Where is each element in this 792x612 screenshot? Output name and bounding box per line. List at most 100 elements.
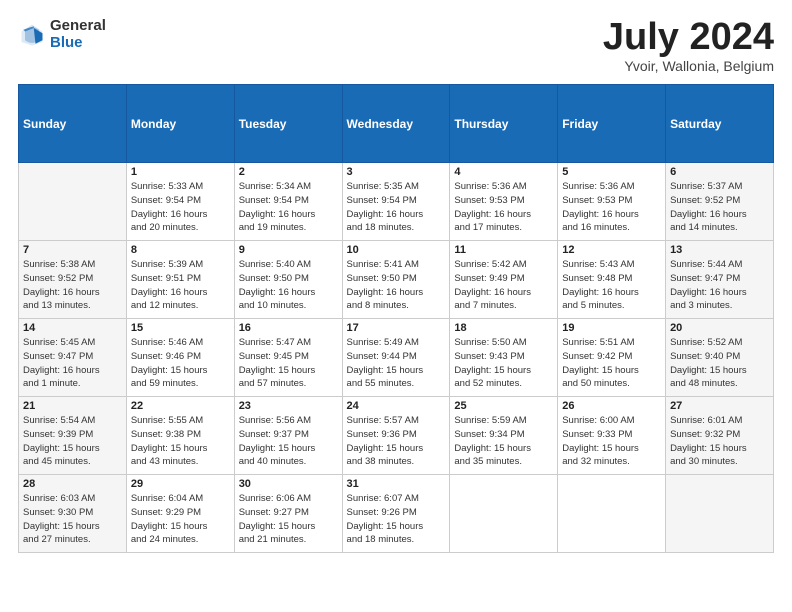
day-info: Sunrise: 5:38 AM Sunset: 9:52 PM Dayligh…: [23, 258, 122, 313]
day-number: 12: [562, 244, 661, 256]
day-info: Sunrise: 5:55 AM Sunset: 9:38 PM Dayligh…: [131, 414, 230, 469]
day-info: Sunrise: 5:33 AM Sunset: 9:54 PM Dayligh…: [131, 180, 230, 235]
day-info: Sunrise: 6:00 AM Sunset: 9:33 PM Dayligh…: [562, 414, 661, 469]
calendar-week-row: 28 Sunrise: 6:03 AM Sunset: 9:30 PM Dayli…: [19, 475, 774, 553]
calendar-cell: 9 Sunrise: 5:40 AM Sunset: 9:50 PM Daylig…: [234, 241, 342, 319]
day-info: Sunrise: 6:01 AM Sunset: 9:32 PM Dayligh…: [670, 414, 769, 469]
calendar-cell: 15 Sunrise: 5:46 AM Sunset: 9:46 PM Dayli…: [126, 319, 234, 397]
col-thursday: Thursday: [450, 85, 558, 163]
col-wednesday: Wednesday: [342, 85, 450, 163]
calendar-cell: 2Sunrise: 5:34 AM Sunset: 9:54 PM Daylig…: [234, 163, 342, 241]
day-info: Sunrise: 5:40 AM Sunset: 9:50 PM Dayligh…: [239, 258, 338, 313]
col-saturday: Saturday: [666, 85, 774, 163]
day-number: 24: [347, 400, 446, 412]
day-info: Sunrise: 5:36 AM Sunset: 9:53 PM Dayligh…: [454, 180, 553, 235]
header: General Blue July 2024 Yvoir, Wallonia, …: [18, 18, 774, 74]
day-info: Sunrise: 5:39 AM Sunset: 9:51 PM Dayligh…: [131, 258, 230, 313]
day-number: 21: [23, 400, 122, 412]
day-info: Sunrise: 5:56 AM Sunset: 9:37 PM Dayligh…: [239, 414, 338, 469]
day-number: 13: [670, 244, 769, 256]
day-number: 5: [562, 166, 661, 178]
day-number: 19: [562, 322, 661, 334]
logo: General Blue: [18, 18, 106, 51]
calendar-cell: 27Sunrise: 6:01 AM Sunset: 9:32 PM Dayli…: [666, 397, 774, 475]
calendar-cell: 31 Sunrise: 6:07 AM Sunset: 9:26 PM Dayli…: [342, 475, 450, 553]
calendar-cell: [19, 163, 127, 241]
calendar-cell: 16 Sunrise: 5:47 AM Sunset: 9:45 PM Dayli…: [234, 319, 342, 397]
month-title: July 2024: [603, 18, 774, 56]
day-number: 20: [670, 322, 769, 334]
calendar-cell: 10Sunrise: 5:41 AM Sunset: 9:50 PM Dayli…: [342, 241, 450, 319]
day-number: 26: [562, 400, 661, 412]
calendar-header-row: Sunday Monday Tuesday Wednesday Thursday…: [19, 85, 774, 163]
day-number: 30: [239, 478, 338, 490]
calendar-cell: 18 Sunrise: 5:50 AM Sunset: 9:43 PM Dayli…: [450, 319, 558, 397]
calendar-cell: 1 Sunrise: 5:33 AM Sunset: 9:54 PM Daylig…: [126, 163, 234, 241]
day-number: 15: [131, 322, 230, 334]
calendar-cell: 23 Sunrise: 5:56 AM Sunset: 9:37 PM Dayli…: [234, 397, 342, 475]
day-info: Sunrise: 5:54 AM Sunset: 9:39 PM Dayligh…: [23, 414, 122, 469]
day-info: Sunrise: 6:04 AM Sunset: 9:29 PM Dayligh…: [131, 492, 230, 547]
calendar-cell: 13 Sunrise: 5:44 AM Sunset: 9:47 PM Dayli…: [666, 241, 774, 319]
calendar-week-row: 21 Sunrise: 5:54 AM Sunset: 9:39 PM Dayli…: [19, 397, 774, 475]
calendar-cell: 6Sunrise: 5:37 AM Sunset: 9:52 PM Daylig…: [666, 163, 774, 241]
logo-blue-text: Blue: [50, 35, 106, 52]
day-number: 7: [23, 244, 122, 256]
calendar-cell: 11Sunrise: 5:42 AM Sunset: 9:49 PM Dayli…: [450, 241, 558, 319]
day-number: 25: [454, 400, 553, 412]
day-info: Sunrise: 5:36 AM Sunset: 9:53 PM Dayligh…: [562, 180, 661, 235]
calendar-cell: 30 Sunrise: 6:06 AM Sunset: 9:27 PM Dayli…: [234, 475, 342, 553]
calendar-cell: [666, 475, 774, 553]
calendar-cell: 26 Sunrise: 6:00 AM Sunset: 9:33 PM Dayli…: [558, 397, 666, 475]
day-number: 4: [454, 166, 553, 178]
day-info: Sunrise: 5:41 AM Sunset: 9:50 PM Dayligh…: [347, 258, 446, 313]
calendar-cell: 25 Sunrise: 5:59 AM Sunset: 9:34 PM Dayli…: [450, 397, 558, 475]
calendar-cell: 22 Sunrise: 5:55 AM Sunset: 9:38 PM Dayli…: [126, 397, 234, 475]
calendar-cell: 14Sunrise: 5:45 AM Sunset: 9:47 PM Dayli…: [19, 319, 127, 397]
calendar-cell: 17Sunrise: 5:49 AM Sunset: 9:44 PM Dayli…: [342, 319, 450, 397]
day-number: 29: [131, 478, 230, 490]
day-number: 16: [239, 322, 338, 334]
title-area: July 2024 Yvoir, Wallonia, Belgium: [603, 18, 774, 74]
calendar-cell: [450, 475, 558, 553]
calendar-table: Sunday Monday Tuesday Wednesday Thursday…: [18, 84, 774, 553]
calendar-cell: 3 Sunrise: 5:35 AM Sunset: 9:54 PM Daylig…: [342, 163, 450, 241]
day-info: Sunrise: 5:47 AM Sunset: 9:45 PM Dayligh…: [239, 336, 338, 391]
calendar-cell: 24 Sunrise: 5:57 AM Sunset: 9:36 PM Dayli…: [342, 397, 450, 475]
day-number: 31: [347, 478, 446, 490]
day-info: Sunrise: 5:42 AM Sunset: 9:49 PM Dayligh…: [454, 258, 553, 313]
calendar-cell: 19 Sunrise: 5:51 AM Sunset: 9:42 PM Dayli…: [558, 319, 666, 397]
day-number: 3: [347, 166, 446, 178]
day-number: 2: [239, 166, 338, 178]
page: General Blue July 2024 Yvoir, Wallonia, …: [0, 0, 792, 612]
day-number: 23: [239, 400, 338, 412]
day-number: 17: [347, 322, 446, 334]
day-info: Sunrise: 5:57 AM Sunset: 9:36 PM Dayligh…: [347, 414, 446, 469]
day-info: Sunrise: 6:03 AM Sunset: 9:30 PM Dayligh…: [23, 492, 122, 547]
day-info: Sunrise: 5:43 AM Sunset: 9:48 PM Dayligh…: [562, 258, 661, 313]
day-info: Sunrise: 5:59 AM Sunset: 9:34 PM Dayligh…: [454, 414, 553, 469]
day-info: Sunrise: 6:07 AM Sunset: 9:26 PM Dayligh…: [347, 492, 446, 547]
col-tuesday: Tuesday: [234, 85, 342, 163]
day-info: Sunrise: 5:52 AM Sunset: 9:40 PM Dayligh…: [670, 336, 769, 391]
calendar-cell: 28 Sunrise: 6:03 AM Sunset: 9:30 PM Dayli…: [19, 475, 127, 553]
logo-text: General Blue: [50, 18, 106, 51]
day-number: 6: [670, 166, 769, 178]
logo-general-text: General: [50, 18, 106, 35]
calendar-cell: 21 Sunrise: 5:54 AM Sunset: 9:39 PM Dayli…: [19, 397, 127, 475]
day-number: 18: [454, 322, 553, 334]
calendar-cell: 8Sunrise: 5:39 AM Sunset: 9:51 PM Daylig…: [126, 241, 234, 319]
day-info: Sunrise: 5:46 AM Sunset: 9:46 PM Dayligh…: [131, 336, 230, 391]
day-info: Sunrise: 5:50 AM Sunset: 9:43 PM Dayligh…: [454, 336, 553, 391]
day-info: Sunrise: 5:44 AM Sunset: 9:47 PM Dayligh…: [670, 258, 769, 313]
day-info: Sunrise: 5:35 AM Sunset: 9:54 PM Dayligh…: [347, 180, 446, 235]
day-info: Sunrise: 5:51 AM Sunset: 9:42 PM Dayligh…: [562, 336, 661, 391]
day-number: 22: [131, 400, 230, 412]
calendar-cell: [558, 475, 666, 553]
day-info: Sunrise: 6:06 AM Sunset: 9:27 PM Dayligh…: [239, 492, 338, 547]
calendar-week-row: 7 Sunrise: 5:38 AM Sunset: 9:52 PM Daylig…: [19, 241, 774, 319]
day-number: 28: [23, 478, 122, 490]
day-number: 9: [239, 244, 338, 256]
col-monday: Monday: [126, 85, 234, 163]
day-number: 1: [131, 166, 230, 178]
